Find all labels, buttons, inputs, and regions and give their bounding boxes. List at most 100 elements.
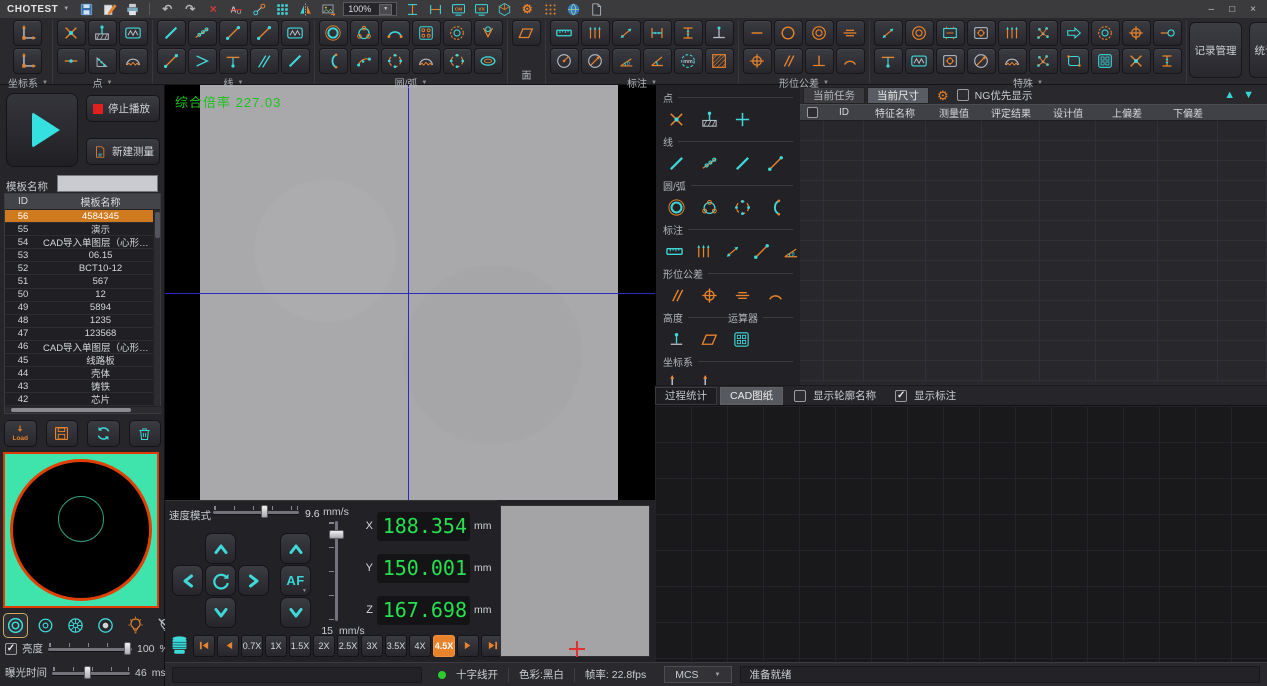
palette-line-segment[interactable] bbox=[764, 152, 787, 174]
palette-height-plane[interactable] bbox=[698, 328, 721, 350]
z-up-button[interactable] bbox=[280, 533, 311, 564]
special-tool-5[interactable] bbox=[998, 20, 1027, 46]
palette-line[interactable] bbox=[665, 152, 688, 174]
z-speed-slider[interactable] bbox=[327, 521, 345, 621]
gdt-tool-3[interactable] bbox=[805, 20, 834, 46]
special-tool-1[interactable] bbox=[874, 20, 903, 46]
special-tool-6[interactable] bbox=[1029, 20, 1058, 46]
new-measurement-button[interactable]: 新建测量 bbox=[86, 138, 160, 165]
special-tool-15[interactable] bbox=[998, 48, 1027, 74]
line-tool-2[interactable] bbox=[188, 20, 217, 46]
palette-point-keyboard[interactable] bbox=[698, 108, 721, 130]
toolbar-group-dropdown-circle-arc[interactable]: ▼ bbox=[421, 80, 427, 86]
settings-gear-icon[interactable]: ⚙ bbox=[519, 1, 535, 17]
special-tool-3[interactable] bbox=[936, 20, 965, 46]
point-tool-6[interactable] bbox=[119, 48, 148, 74]
palette-circle-scan[interactable] bbox=[731, 196, 754, 218]
chevron-down-icon[interactable]: ▼ bbox=[379, 4, 392, 15]
jog-right-button[interactable] bbox=[238, 565, 269, 596]
circle-arc-tool-1[interactable] bbox=[319, 20, 348, 46]
dimension-tool-3[interactable] bbox=[612, 20, 641, 46]
z-down-button[interactable] bbox=[280, 597, 311, 628]
tab-process-statistics[interactable]: 过程统计 bbox=[655, 387, 717, 405]
template-table-vscrollbar[interactable] bbox=[153, 210, 160, 407]
tab-current-dimension[interactable]: 当前尺寸 bbox=[867, 87, 929, 104]
height-measure-icon[interactable] bbox=[404, 1, 420, 17]
exposure-slider[interactable] bbox=[52, 666, 130, 680]
zoom-select[interactable]: 100%▼ bbox=[343, 2, 397, 16]
special-tool-8[interactable] bbox=[1091, 20, 1120, 46]
ring-light-icon[interactable] bbox=[3, 613, 28, 638]
dimension-tool-5[interactable] bbox=[674, 20, 703, 46]
toolbar-group-dropdown-line[interactable]: ▼ bbox=[237, 80, 243, 86]
toolbar-group-dropdown-gdt[interactable]: ▼ bbox=[823, 80, 829, 86]
palette-dim-angle[interactable]: θ bbox=[781, 240, 800, 262]
palette-calculator[interactable] bbox=[730, 328, 753, 350]
zoom-step-3x[interactable]: 3X bbox=[361, 635, 383, 657]
jog-left-button[interactable] bbox=[172, 565, 203, 596]
table-settings-gear-icon[interactable]: ⚙ bbox=[937, 89, 949, 102]
palette-circle-3pt[interactable] bbox=[698, 196, 721, 218]
point-tool-1[interactable] bbox=[57, 20, 86, 46]
csys-tool-1[interactable] bbox=[13, 20, 42, 46]
circle-arc-tool-5[interactable] bbox=[443, 20, 472, 46]
zoom-step-2.5x[interactable]: 2.5X bbox=[337, 635, 359, 657]
delete-icon[interactable]: × bbox=[205, 1, 221, 17]
dimension-tool-10[interactable] bbox=[643, 48, 672, 74]
dimension-tool-4[interactable] bbox=[643, 20, 672, 46]
special-tool-14[interactable] bbox=[967, 48, 996, 74]
palette-dim-line[interactable] bbox=[752, 240, 771, 262]
line-tool-9[interactable] bbox=[250, 48, 279, 74]
circle-arc-tool-2[interactable] bbox=[350, 20, 379, 46]
circle-arc-tool-7[interactable] bbox=[319, 48, 348, 74]
special-tool-7[interactable] bbox=[1060, 20, 1089, 46]
template-row[interactable]: 51567 bbox=[5, 275, 160, 288]
zoom-step-2x[interactable]: 2X bbox=[313, 635, 335, 657]
zoom-step-4x[interactable]: 4X bbox=[409, 635, 431, 657]
circle-arc-tool-10[interactable] bbox=[412, 48, 441, 74]
zoom-prev-button[interactable] bbox=[217, 635, 239, 657]
toolbar-group-dropdown-special[interactable]: ▼ bbox=[1037, 80, 1043, 86]
brightness-checkbox[interactable] bbox=[5, 643, 17, 655]
csys-tool-2[interactable] bbox=[13, 48, 42, 74]
template-table-hscrollbar[interactable] bbox=[5, 406, 162, 413]
circle-arc-tool-8[interactable] bbox=[350, 48, 379, 74]
template-row[interactable]: 44壳体 bbox=[5, 367, 160, 380]
vx-window-icon[interactable]: VX bbox=[473, 1, 489, 17]
navigation-preview[interactable] bbox=[500, 505, 650, 657]
clear-all-icon[interactable]: AU bbox=[228, 1, 244, 17]
select-all-checkbox[interactable] bbox=[807, 107, 818, 118]
special-tool-12[interactable] bbox=[905, 48, 934, 74]
toolbar-group-dropdown-point[interactable]: ▼ bbox=[106, 80, 112, 86]
mirror-icon[interactable] bbox=[297, 1, 313, 17]
template-row[interactable]: 55演示 bbox=[5, 223, 160, 236]
palette-gdt-position[interactable] bbox=[698, 284, 721, 306]
gdt-tool-7[interactable] bbox=[805, 48, 834, 74]
line-tool-7[interactable] bbox=[188, 48, 217, 74]
circle-arc-tool-12[interactable] bbox=[474, 48, 503, 74]
special-tool-11[interactable] bbox=[874, 48, 903, 74]
palette-circle[interactable] bbox=[665, 196, 688, 218]
stop-playback-button[interactable]: 停止播放 bbox=[86, 95, 160, 122]
line-tool-1[interactable] bbox=[157, 20, 186, 46]
circle-arc-tool-9[interactable] bbox=[381, 48, 410, 74]
template-row[interactable]: 54CAD导入单图层（心形工件... bbox=[5, 236, 160, 249]
load-template-button[interactable]: Load bbox=[4, 420, 37, 447]
move-up-icon[interactable]: ▲ bbox=[1224, 89, 1235, 101]
gdt-tool-5[interactable] bbox=[743, 48, 772, 74]
palette-csys-2[interactable] bbox=[698, 372, 721, 385]
zoom-step-1.5x[interactable]: 1.5X bbox=[289, 635, 311, 657]
palette-point-intersect[interactable] bbox=[665, 108, 688, 130]
show-annotation-checkbox[interactable] bbox=[895, 390, 907, 402]
line-tool-8[interactable] bbox=[219, 48, 248, 74]
palette-line-plain[interactable] bbox=[731, 152, 754, 174]
plane-tool-1[interactable] bbox=[512, 20, 541, 46]
jog-center-button[interactable] bbox=[205, 565, 236, 596]
palette-point-center[interactable] bbox=[731, 108, 754, 130]
dimension-tool-2[interactable] bbox=[581, 20, 610, 46]
point-tool-3[interactable] bbox=[119, 20, 148, 46]
line-tool-10[interactable] bbox=[281, 48, 310, 74]
zoom-next-button[interactable] bbox=[457, 635, 479, 657]
minimize-button[interactable]: – bbox=[1209, 4, 1215, 15]
light-matrix-icon[interactable] bbox=[542, 1, 558, 17]
